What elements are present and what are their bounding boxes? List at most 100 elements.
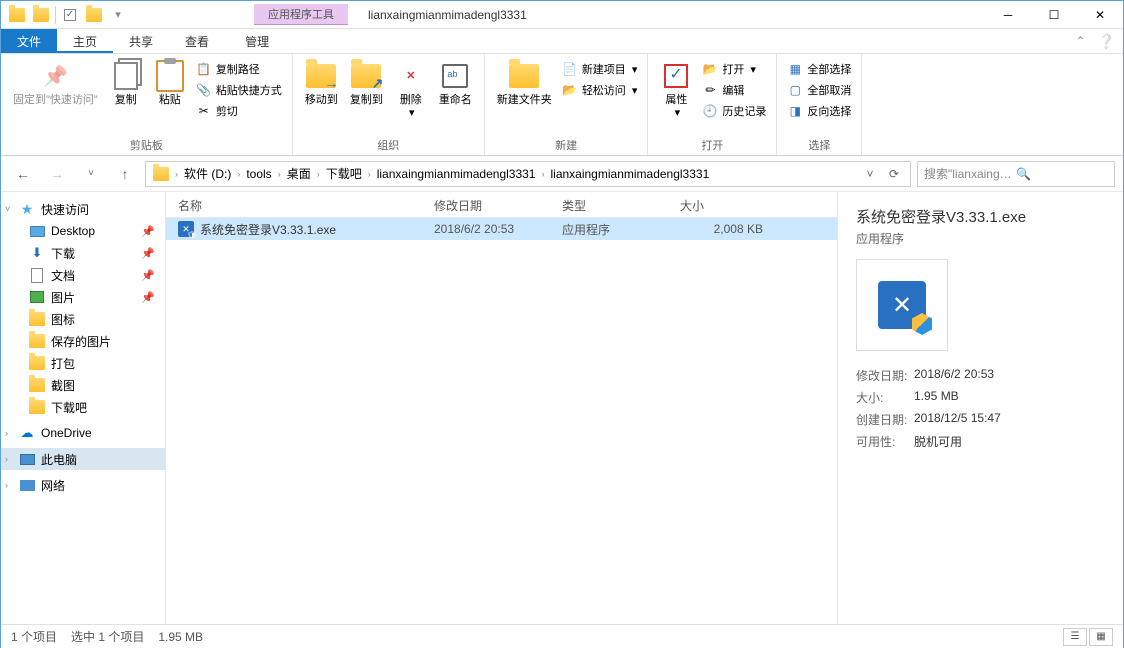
sidebar-pictures[interactable]: 图片📌: [1, 286, 165, 308]
chevron-right-icon[interactable]: ›: [275, 169, 284, 179]
properties-icon: [660, 60, 692, 92]
status-items: 1 个项目: [11, 628, 57, 645]
collapse-ribbon-icon[interactable]: ⌃: [1076, 34, 1086, 48]
breadcrumb-item[interactable]: tools: [243, 167, 274, 181]
new-group: 新建文件夹 📄新建项目▾ 📂轻松访问▾ 新建: [485, 54, 649, 155]
pin-quick-access-button[interactable]: 📌 固定到"快速访问": [9, 58, 102, 109]
forward-button[interactable]: →: [43, 160, 71, 188]
sidebar-this-pc[interactable]: ›此电脑: [1, 448, 165, 470]
cut-button[interactable]: ✂剪切: [194, 102, 284, 120]
folder-icon[interactable]: [6, 4, 28, 26]
sidebar-desktop[interactable]: Desktop📌: [1, 220, 165, 242]
breadcrumb-item[interactable]: 桌面: [284, 165, 314, 182]
sidebar-quick-access[interactable]: ˅★快速访问: [1, 198, 165, 220]
folder-icon-2[interactable]: [30, 4, 52, 26]
details-view-button[interactable]: ☰: [1063, 628, 1087, 646]
open-icon: 📂: [702, 61, 718, 77]
column-type[interactable]: 类型: [550, 192, 668, 217]
chevron-right-icon[interactable]: ›: [172, 169, 181, 179]
ribbon: 📌 固定到"快速访问" 复制 粘贴 📋复制路径 📎粘贴快捷方式 ✂剪切 剪贴板 …: [1, 54, 1123, 156]
maximize-button[interactable]: ☐: [1031, 1, 1077, 29]
copy-path-button[interactable]: 📋复制路径: [194, 60, 284, 78]
sidebar-onedrive[interactable]: ›☁OneDrive: [1, 422, 165, 444]
paste-shortcut-button[interactable]: 📎粘贴快捷方式: [194, 81, 284, 99]
open-button[interactable]: 📂打开▾: [700, 60, 768, 78]
delete-icon: ✕: [395, 60, 427, 92]
file-row[interactable]: ✕系统免密登录V3.33.1.exe 2018/6/2 20:53 应用程序 2…: [166, 218, 837, 240]
folder-dropdown-icon[interactable]: [83, 4, 105, 26]
tab-file[interactable]: 文件: [1, 29, 57, 53]
history-icon: 🕘: [702, 103, 718, 119]
chevron-right-icon[interactable]: ›: [314, 169, 323, 179]
tab-share[interactable]: 共享: [113, 29, 169, 53]
content-area: ˅★快速访问 Desktop📌 ⬇下载📌 文档📌 图片📌 图标 保存的图片 打包…: [1, 192, 1123, 624]
breadcrumb-item[interactable]: 下载吧: [323, 165, 365, 182]
recent-button[interactable]: ˅: [77, 160, 105, 188]
properties-button[interactable]: 属性▾: [656, 58, 696, 122]
column-date[interactable]: 修改日期: [422, 192, 550, 217]
help-icon[interactable]: ❔: [1098, 33, 1115, 50]
sidebar-pack[interactable]: 打包: [1, 352, 165, 374]
file-type-cell: 应用程序: [550, 221, 668, 238]
breadcrumb[interactable]: › 软件 (D:) › tools › 桌面 › 下载吧 › lianxaing…: [145, 161, 911, 187]
sidebar-documents[interactable]: 文档📌: [1, 264, 165, 286]
sidebar-icons[interactable]: 图标: [1, 308, 165, 330]
select-all-button[interactable]: ▦全部选择: [785, 60, 853, 78]
titlebar: ✓ ▾ 应用程序工具 lianxaingmianmimadengl3331 ─ …: [1, 1, 1123, 29]
window-controls: ─ ☐ ✕: [985, 1, 1123, 29]
move-folder-icon: →: [305, 60, 337, 92]
tab-home[interactable]: 主页: [57, 29, 113, 53]
delete-button[interactable]: ✕ 删除▾: [391, 58, 431, 122]
qat-menu-icon[interactable]: ▾: [107, 4, 129, 26]
back-button[interactable]: ←: [9, 160, 37, 188]
meta-size-value: 1.95 MB: [914, 389, 959, 406]
chevron-right-icon[interactable]: ›: [234, 169, 243, 179]
breadcrumb-root-icon[interactable]: [150, 167, 172, 181]
sidebar-downloadba[interactable]: 下载吧: [1, 396, 165, 418]
refresh-button[interactable]: ⟳: [882, 162, 906, 186]
tab-view[interactable]: 查看: [169, 29, 225, 53]
meta-date-value: 2018/6/2 20:53: [914, 367, 994, 384]
view-toggle: ☰ ▦: [1063, 628, 1113, 646]
copy-button[interactable]: 复制: [106, 58, 146, 109]
select-all-icon: ▦: [787, 61, 803, 77]
tab-manage[interactable]: 管理: [229, 29, 285, 53]
sidebar-screenshot[interactable]: 截图: [1, 374, 165, 396]
chevron-right-icon[interactable]: ›: [365, 169, 374, 179]
preview-pane: 系统免密登录V3.33.1.exe 应用程序 ✕ 修改日期:2018/6/2 2…: [837, 192, 1123, 624]
paste-button[interactable]: 粘贴: [150, 58, 190, 109]
column-size[interactable]: 大小: [668, 192, 783, 217]
history-button[interactable]: 🕘历史记录: [700, 102, 768, 120]
sidebar-network[interactable]: ›网络: [1, 474, 165, 496]
icons-view-button[interactable]: ▦: [1089, 628, 1113, 646]
file-name-cell: ✕系统免密登录V3.33.1.exe: [166, 221, 422, 238]
new-folder-button[interactable]: 新建文件夹: [493, 58, 556, 109]
sidebar-saved-pics[interactable]: 保存的图片: [1, 330, 165, 352]
rename-button[interactable]: 重命名: [435, 58, 476, 109]
status-size: 1.95 MB: [158, 630, 203, 644]
new-item-button[interactable]: 📄新建项目▾: [560, 60, 640, 78]
checkbox-icon[interactable]: ✓: [59, 4, 81, 26]
copy-to-button[interactable]: ↗ 复制到: [346, 58, 387, 109]
invert-selection-button[interactable]: ◨反向选择: [785, 102, 853, 120]
search-input[interactable]: 搜索"lianxaingmianmimade... 🔍: [917, 161, 1115, 187]
edit-button[interactable]: ✏编辑: [700, 81, 768, 99]
breadcrumb-item[interactable]: 软件 (D:): [181, 165, 234, 182]
breadcrumb-item[interactable]: lianxaingmianmimadengl3331: [374, 167, 539, 181]
divider: [55, 6, 56, 24]
move-to-button[interactable]: → 移动到: [301, 58, 342, 109]
exe-icon: ✕: [178, 221, 194, 237]
file-size-cell: 2,008 KB: [668, 222, 783, 236]
address-dropdown-button[interactable]: ˅: [858, 162, 882, 186]
invert-icon: ◨: [787, 103, 803, 119]
column-name[interactable]: 名称: [166, 192, 422, 217]
easy-access-button[interactable]: 📂轻松访问▾: [560, 81, 640, 99]
up-button[interactable]: ↑: [111, 160, 139, 188]
breadcrumb-item[interactable]: lianxaingmianmimadengl3331: [547, 167, 712, 181]
shortcut-icon: 📎: [196, 82, 212, 98]
chevron-right-icon[interactable]: ›: [538, 169, 547, 179]
close-button[interactable]: ✕: [1077, 1, 1123, 29]
sidebar-downloads[interactable]: ⬇下载📌: [1, 242, 165, 264]
select-none-button[interactable]: ▢全部取消: [785, 81, 853, 99]
minimize-button[interactable]: ─: [985, 1, 1031, 29]
